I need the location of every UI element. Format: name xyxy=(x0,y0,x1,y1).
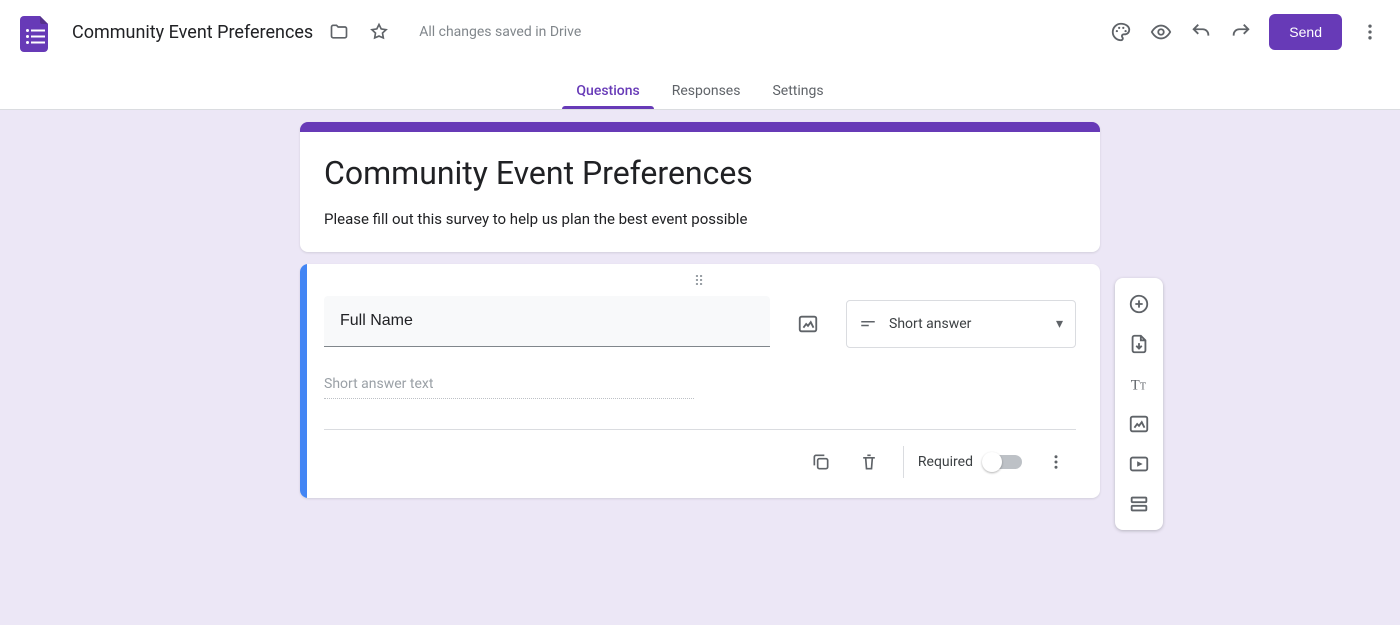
move-to-folder-icon[interactable] xyxy=(319,12,359,52)
preview-icon[interactable] xyxy=(1141,12,1181,52)
question-options-icon[interactable] xyxy=(1036,442,1076,482)
add-video-icon[interactable] xyxy=(1119,444,1159,484)
duplicate-question-icon[interactable] xyxy=(801,442,841,482)
question-type-dropdown[interactable]: Short answer ▾ xyxy=(846,300,1076,348)
tabs: Questions Responses Settings xyxy=(0,64,1400,110)
document-title[interactable]: Community Event Preferences xyxy=(66,18,319,47)
floating-toolbar: TT xyxy=(1115,278,1163,530)
add-image-to-question-icon[interactable] xyxy=(788,304,828,344)
question-footer-divider xyxy=(324,429,1076,430)
answer-placeholder: Short answer text xyxy=(324,376,694,399)
add-image-icon[interactable] xyxy=(1119,404,1159,444)
redo-icon[interactable] xyxy=(1221,12,1261,52)
form-title[interactable]: Community Event Preferences xyxy=(324,154,1076,192)
save-status: All changes saved in Drive xyxy=(419,24,581,40)
more-menu-icon[interactable] xyxy=(1350,12,1390,52)
tab-questions[interactable]: Questions xyxy=(562,83,653,109)
app-header: Community Event Preferences All changes … xyxy=(0,0,1400,64)
tab-responses[interactable]: Responses xyxy=(658,83,755,109)
vertical-divider xyxy=(903,446,904,478)
forms-logo-icon[interactable] xyxy=(16,12,56,52)
add-question-icon[interactable] xyxy=(1119,284,1159,324)
add-section-icon[interactable] xyxy=(1119,484,1159,524)
required-toggle[interactable] xyxy=(985,455,1022,469)
workspace: Community Event Preferences Please fill … xyxy=(0,110,1400,625)
form-description[interactable]: Please fill out this survey to help us p… xyxy=(324,210,1076,228)
add-title-icon[interactable]: TT xyxy=(1119,364,1159,404)
svg-text:T: T xyxy=(1140,382,1146,393)
chevron-down-icon: ▾ xyxy=(1056,316,1063,332)
tab-settings[interactable]: Settings xyxy=(758,83,837,109)
undo-icon[interactable] xyxy=(1181,12,1221,52)
question-type-label: Short answer xyxy=(889,316,971,332)
question-footer: Required xyxy=(324,438,1076,486)
star-icon[interactable] xyxy=(359,12,399,52)
drag-handle-icon[interactable]: ⠿ xyxy=(324,274,1076,296)
form-header-card[interactable]: Community Event Preferences Please fill … xyxy=(300,122,1100,252)
customize-theme-icon[interactable] xyxy=(1101,12,1141,52)
question-title-input[interactable] xyxy=(324,296,770,347)
svg-text:T: T xyxy=(1131,378,1140,394)
delete-question-icon[interactable] xyxy=(849,442,889,482)
required-label: Required xyxy=(918,454,973,470)
send-button[interactable]: Send xyxy=(1269,14,1342,50)
question-card[interactable]: ⠿ Short answer ▾ xyxy=(300,264,1100,498)
short-answer-icon xyxy=(859,315,877,333)
import-questions-icon[interactable] xyxy=(1119,324,1159,364)
